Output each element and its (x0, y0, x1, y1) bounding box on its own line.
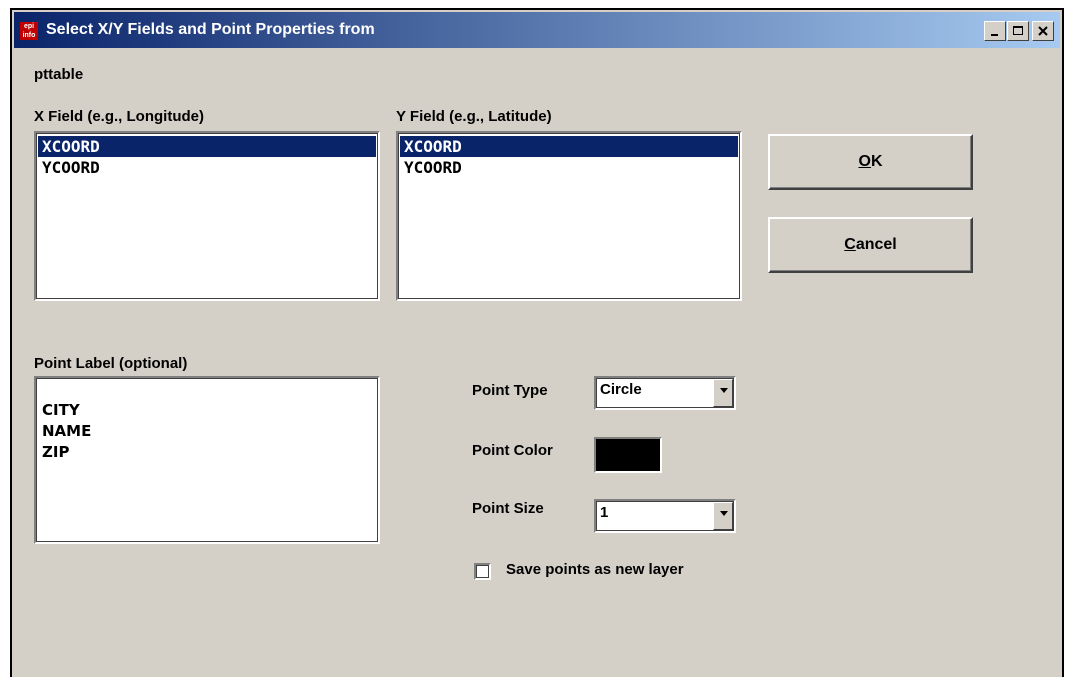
title-bar[interactable]: epi info Select X/Y Fields and Point Prop… (14, 12, 1060, 48)
point-label-items: CITY NAME ZIP (42, 400, 91, 463)
y-field-item-ycoord[interactable]: YCOORD (400, 157, 738, 178)
close-icon (1038, 26, 1048, 36)
minimize-icon (991, 34, 998, 36)
point-type-dropdown-button[interactable] (713, 379, 733, 407)
point-type-select[interactable]: Circle (594, 376, 736, 410)
point-label-listbox[interactable]: CITY NAME ZIP (34, 376, 380, 544)
dialog-window: epi info Select X/Y Fields and Point Prop… (10, 8, 1064, 677)
point-size-dropdown-button[interactable] (713, 502, 733, 530)
table-name-label: pttable (34, 66, 84, 83)
chevron-down-icon (720, 511, 728, 516)
point-color-label: Point Color (472, 442, 553, 459)
chevron-down-icon (720, 388, 728, 393)
maximize-icon (1013, 26, 1023, 35)
x-field-item-ycoord[interactable]: YCOORD (38, 157, 376, 178)
cancel-accel-key: C (844, 236, 856, 253)
ok-button[interactable]: OK (768, 134, 973, 190)
y-field-item-xcoord[interactable]: XCOORD (400, 136, 738, 157)
epi-info-app-icon: epi info (20, 22, 38, 40)
ok-label-rest: K (870, 153, 883, 170)
point-type-value: Circle (600, 381, 642, 398)
point-size-select[interactable]: 1 (594, 499, 736, 533)
y-field-label: Y Field (e.g., Latitude) (396, 108, 552, 125)
window-title: Select X/Y Fields and Point Properties f… (46, 21, 375, 38)
point-label-label: Point Label (optional) (34, 355, 188, 372)
point-size-label: Point Size (472, 500, 544, 517)
point-label-item-city[interactable]: CITY (42, 400, 91, 421)
x-field-listbox[interactable]: XCOORD YCOORD (34, 131, 380, 301)
close-button[interactable] (1032, 21, 1054, 41)
point-size-value: 1 (600, 504, 609, 521)
ok-accel-key: O (858, 153, 871, 170)
point-label-item-name[interactable]: NAME (42, 421, 91, 442)
x-field-label: X Field (e.g., Longitude) (34, 108, 204, 125)
point-label-item-zip[interactable]: ZIP (42, 442, 91, 463)
save-layer-label[interactable]: Save points as new layer (506, 561, 684, 578)
point-color-swatch[interactable] (594, 437, 662, 473)
x-field-item-xcoord[interactable]: XCOORD (38, 136, 376, 157)
y-field-listbox[interactable]: XCOORD YCOORD (396, 131, 742, 301)
maximize-button[interactable] (1007, 21, 1029, 41)
title-bar-controls (984, 21, 1054, 41)
minimize-button[interactable] (984, 21, 1006, 41)
point-type-label: Point Type (472, 382, 548, 399)
save-layer-checkbox[interactable] (474, 563, 491, 580)
cancel-button[interactable]: Cancel (768, 217, 973, 273)
cancel-label-rest: ancel (855, 236, 897, 253)
